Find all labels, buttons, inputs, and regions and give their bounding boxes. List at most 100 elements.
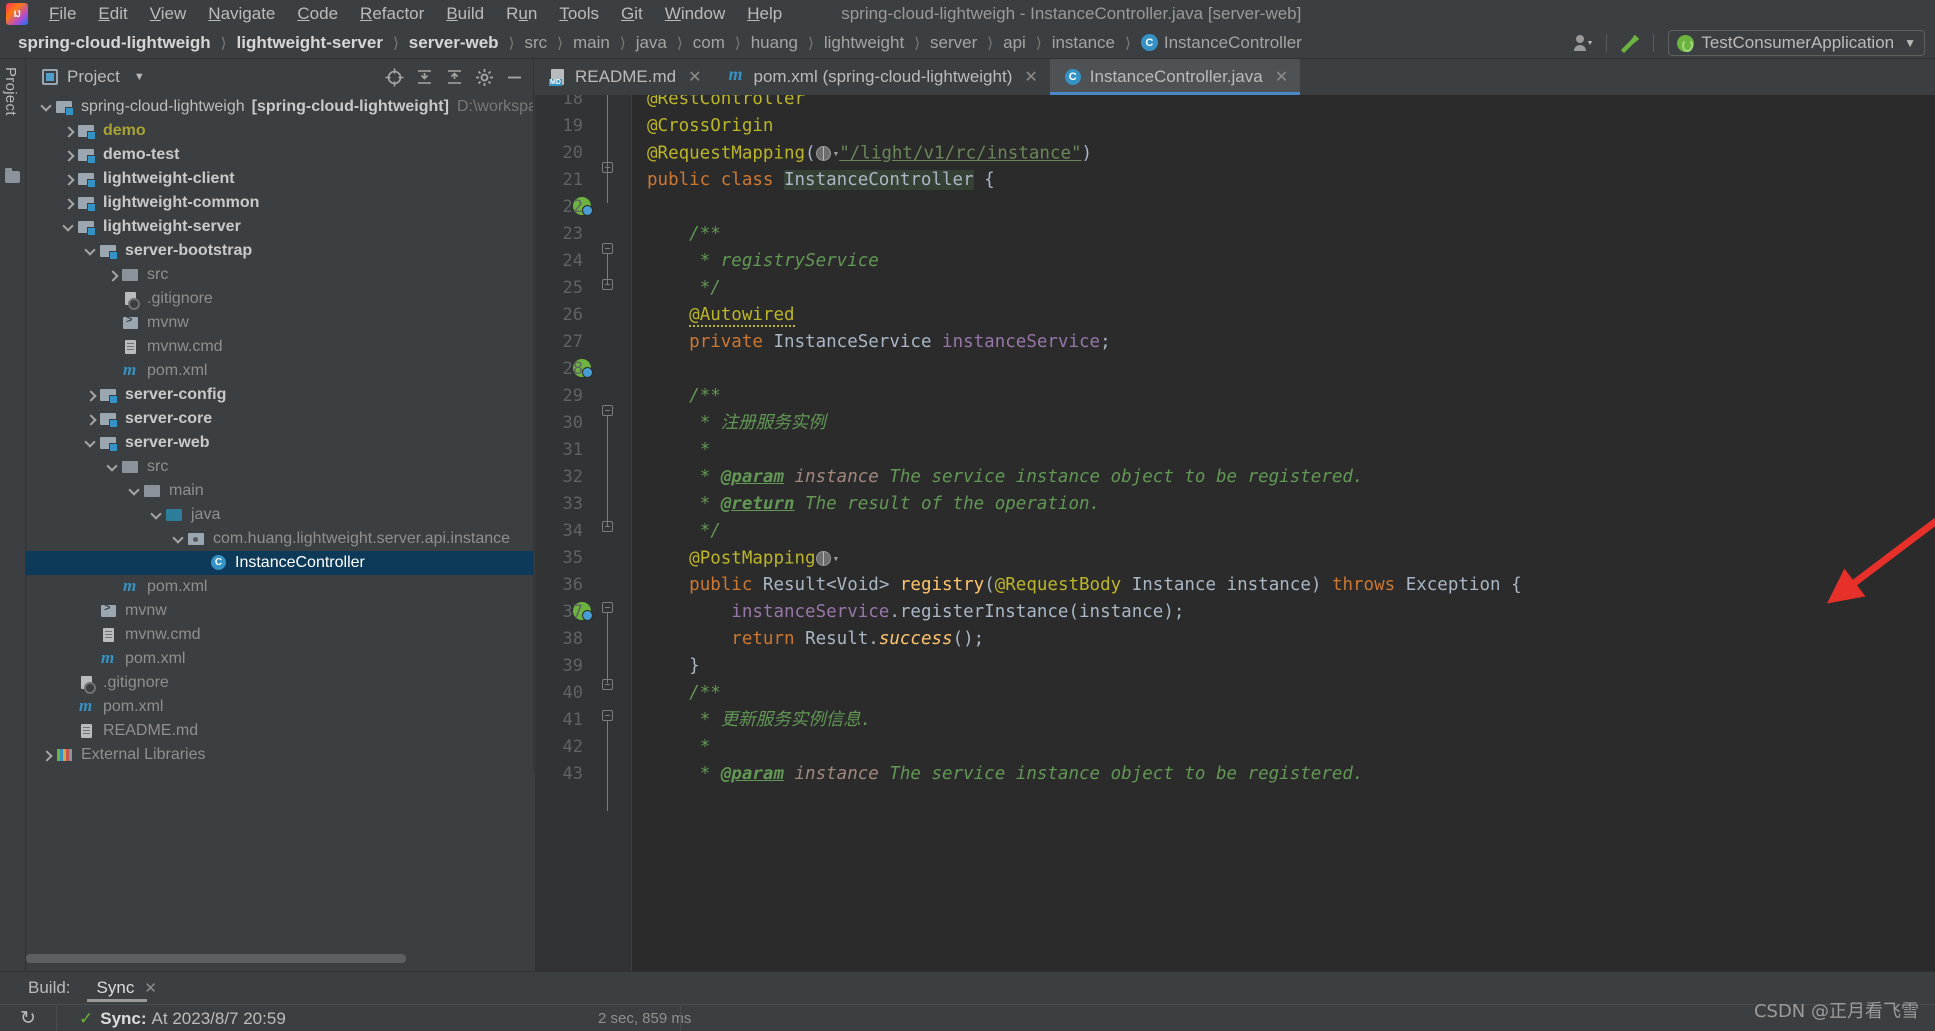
chevron-down-icon[interactable]: ▼ [134,71,145,83]
expand-all-icon[interactable] [439,62,469,92]
tree-row[interactable]: server-bootstrap [26,239,533,263]
collapse-all-icon[interactable] [409,62,439,92]
tree-row[interactable]: spring-cloud-lightweigh [spring-cloud-lig… [26,95,533,119]
code-line[interactable]: 29 /** [535,383,1935,410]
tree-row[interactable]: pom.xml [26,647,533,671]
user-icon[interactable] [1566,30,1600,56]
code-line[interactable]: 43 * @param instance The service instanc… [535,761,1935,788]
tree-row[interactable]: server-config [26,383,533,407]
tree-row[interactable]: lightweight-common [26,191,533,215]
editor-tab-instancecontroller[interactable]: InstanceController.java ✕ [1049,59,1301,95]
tree-row[interactable]: lightweight-server [26,215,533,239]
breadcrumb-item-server-web[interactable]: server-web [407,33,501,53]
tree-row[interactable]: .gitignore [26,287,533,311]
tree-row[interactable]: mvnw [26,599,533,623]
breadcrumb-item-com[interactable]: com [691,33,727,53]
menu-view[interactable]: View [139,2,198,26]
chevron-down-icon[interactable] [106,461,119,474]
menu-file[interactable]: File [38,2,87,26]
chevron-right-icon[interactable] [84,413,97,426]
code-editor[interactable]: 18 @RestController 19 @CrossOrigin 20 @Reques… [535,95,1935,971]
code-line[interactable]: 31 * [535,437,1935,464]
tree-row[interactable]: mvnw [26,311,533,335]
close-icon[interactable]: ✕ [144,979,157,997]
chevron-down-icon[interactable] [128,485,141,498]
chevron-right-icon[interactable] [106,269,119,282]
tree-row[interactable]: server-web [26,431,533,455]
chevron-down-icon[interactable] [150,509,163,522]
tree-row[interactable]: main [26,479,533,503]
tree-row[interactable]: External Libraries [26,743,533,767]
gear-icon[interactable] [469,62,499,92]
build-tab-sync[interactable]: Sync ✕ [86,972,161,1004]
breadcrumb-item-src[interactable]: src [522,33,549,53]
chevron-down-icon[interactable] [62,221,75,234]
code-line[interactable]: 22 [535,194,1935,221]
code-line[interactable]: 21 public class InstanceController { [535,167,1935,194]
breadcrumb-item-api[interactable]: api [1001,33,1028,53]
menu-window[interactable]: Window [654,2,736,26]
menu-tools[interactable]: Tools [548,2,610,26]
editor-tab-readme[interactable]: README.md ✕ [535,59,713,95]
menu-code[interactable]: Code [286,2,349,26]
code-line[interactable]: 18 @RestController [535,95,1935,113]
tree-row[interactable]: java [26,503,533,527]
chevron-right-icon[interactable] [62,197,75,210]
chevron-right-icon[interactable] [40,749,53,762]
breadcrumb-item-project[interactable]: spring-cloud-lightweigh [16,33,213,53]
code-line[interactable]: 36 public Result<Void> registry(@Request… [535,572,1935,599]
tree-row[interactable]: demo [26,119,533,143]
code-line[interactable]: 39 } [535,653,1935,680]
code-line[interactable]: 38 return Result.success(); [535,626,1935,653]
menu-build[interactable]: Build [435,2,495,26]
chevron-down-icon[interactable] [84,245,97,258]
code-line[interactable]: 28 [535,356,1935,383]
tree-row[interactable]: mvnw.cmd [26,623,533,647]
code-line[interactable]: 20 @RequestMapping(▾ "/light/v1/rc/instanc… [535,140,1935,167]
code-line[interactable]: 35 @PostMapping ▾ [535,545,1935,572]
code-line[interactable]: 42 * [535,734,1935,761]
tree-row-selected[interactable]: InstanceController [26,551,533,575]
build-hammer-icon[interactable] [1613,30,1647,56]
chevron-right-icon[interactable] [62,173,75,186]
tree-row[interactable]: server-core [26,407,533,431]
code-line[interactable]: 26 @Autowired [535,302,1935,329]
tree-row[interactable]: pom.xml [26,575,533,599]
close-icon[interactable]: ✕ [688,67,701,87]
menu-git[interactable]: Git [610,2,654,26]
code-line[interactable]: 23 /** [535,221,1935,248]
tree-row[interactable]: pom.xml [26,695,533,719]
breadcrumb-item-java[interactable]: java [634,33,669,53]
code-line[interactable]: 27 private InstanceService instanceServi… [535,329,1935,356]
breadcrumb-item-server[interactable]: server [928,33,979,53]
project-panel-horizontal-scrollbar[interactable] [26,954,406,963]
hide-panel-icon[interactable] [499,62,529,92]
menu-navigate[interactable]: Navigate [197,2,286,26]
breadcrumb-item-lightweight[interactable]: lightweight [822,33,906,53]
menu-help[interactable]: Help [736,2,793,26]
code-line[interactable]: 32 * @param instance The service instanc… [535,464,1935,491]
tree-row[interactable]: src [26,455,533,479]
editor-tab-pom[interactable]: pom.xml (spring-cloud-lightweight) ✕ [713,59,1049,95]
tree-row[interactable]: mvnw.cmd [26,335,533,359]
tree-row[interactable]: README.md [26,719,533,743]
menu-refactor[interactable]: Refactor [349,2,435,26]
tool-window-button-project[interactable]: Project [2,67,19,116]
breadcrumb-item-class[interactable]: C InstanceController [1139,33,1304,53]
chevron-down-icon[interactable] [40,101,53,114]
breadcrumb-item-instance[interactable]: instance [1050,33,1117,53]
code-line[interactable]: 30 * 注册服务实例 [535,410,1935,437]
code-line[interactable]: 37 instanceService.registerInstance(inst… [535,599,1935,626]
tree-row[interactable]: pom.xml [26,359,533,383]
menu-edit[interactable]: Edit [87,2,138,26]
breadcrumb-item-lightweight-server[interactable]: lightweight-server [235,33,385,53]
project-tree[interactable]: spring-cloud-lightweigh [spring-cloud-lig… [26,95,533,767]
tree-row[interactable]: lightweight-client [26,167,533,191]
locate-file-icon[interactable] [379,62,409,92]
code-line[interactable]: 41 * 更新服务实例信息. [535,707,1935,734]
tree-row[interactable]: .gitignore [26,671,533,695]
breadcrumb-item-huang[interactable]: huang [749,33,800,53]
chevron-down-icon[interactable] [172,533,185,546]
code-line[interactable]: 19 @CrossOrigin [535,113,1935,140]
code-line[interactable]: 24 * registryService [535,248,1935,275]
